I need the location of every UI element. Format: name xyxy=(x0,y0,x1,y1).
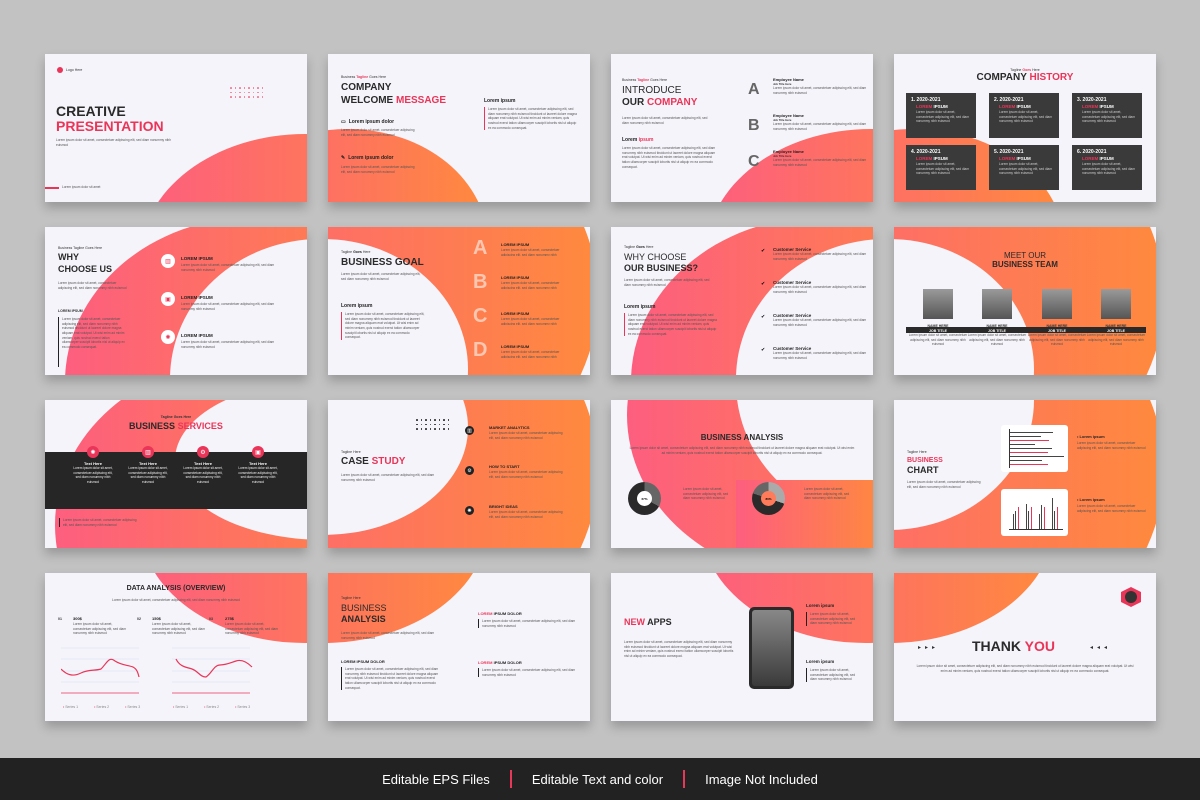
history-card: 5. 2020-2021 LOREM IPSUM Lorem ipsum dolor… xyxy=(989,145,1059,190)
footer-item: Editable EPS Files xyxy=(382,771,490,787)
slide-why-choose-us[interactable]: Business Tagline Goes Here WHY CHOOSE US… xyxy=(45,227,307,375)
lamp-icon: ✺ xyxy=(87,446,99,458)
logo-icon xyxy=(57,67,63,73)
service-item: ✔ Customer Service Lorem ipsum dolor sit a… xyxy=(761,346,867,360)
phone-mockup xyxy=(749,607,794,689)
line-chart xyxy=(61,647,140,694)
idea-icon: ✺ xyxy=(161,330,175,344)
service-item: ✔ Customer Service Lorem ipsum dolor sit a… xyxy=(761,247,867,261)
hbar-chart-card xyxy=(1001,425,1068,472)
line-chart xyxy=(172,647,253,694)
team-member: NAME HERE JOB TITLE Lorem ipsum dolor sit … xyxy=(967,324,1027,347)
slide-business-team[interactable]: MEET OUR BUSINESS TEAM NAME HERE JOB TITL… xyxy=(894,227,1156,375)
logo: Logo Here xyxy=(57,67,82,73)
employee-item: B Employee Name Job Title Here Lorem ipsum… xyxy=(748,113,867,134)
briefcase-icon: ▣ xyxy=(161,292,175,306)
team-member: NAME HERE JOB TITLE Lorem ipsum dolor sit … xyxy=(1027,324,1087,347)
slide-creative-presentation[interactable]: Logo Here CREATIVE PRESENTATION Lorem ip… xyxy=(45,54,307,202)
slide-grid: Logo Here CREATIVE PRESENTATION Lorem ip… xyxy=(0,0,1200,758)
team-photo xyxy=(923,289,953,319)
footer-item: Image Not Included xyxy=(705,771,818,787)
footer-item: Editable Text and color xyxy=(531,771,664,787)
slide-introduce-company[interactable]: Business Tagline Goes Here INTRODUCE OUR… xyxy=(611,54,873,202)
check-icon: ✔ xyxy=(761,314,766,320)
service-list: ✔ Customer Service Lorem ipsum dolor sit a… xyxy=(761,247,871,375)
idea-icon: ✺ xyxy=(465,506,474,515)
arrow-right-icons: ▸▸▸ xyxy=(918,645,940,651)
slide-company-history[interactable]: Tagline Goes Here COMPANY HISTORY 1. 202… xyxy=(894,54,1156,202)
dot-pattern xyxy=(416,419,449,430)
history-card: 2. 2020-2021 LOREM IPSUM Lorem ipsum dolor… xyxy=(989,93,1059,138)
accent-bar xyxy=(45,187,59,189)
slide-business-services[interactable]: Tagline Goes Here BUSINESS SERVICES ✺ ▥ … xyxy=(45,400,307,548)
donut-chart: 67% xyxy=(628,482,661,515)
service-item: ✔ Customer Service Lorem ipsum dolor sit a… xyxy=(761,280,867,294)
chart-icon: ▥ xyxy=(161,254,175,268)
briefcase-icon: ▣ xyxy=(252,446,264,458)
slide-business-goal[interactable]: Tagline Goes Here BUSINESS GOAL Lorem ip… xyxy=(328,227,590,375)
history-card: 4. 2020-2021 LOREM IPSUM Lorem ipsum dolor… xyxy=(906,145,976,190)
chart-icon: ▥ xyxy=(142,446,154,458)
slide-business-chart[interactable]: Tagline Here BUSINESS CHART Lorem ipsum … xyxy=(894,400,1156,548)
service-item: Text Here Lorem ipsum dolor sit amet, con… xyxy=(73,461,113,484)
slide-business-analysis[interactable]: BUSINESS ANALYSIS Lorem ipsum dolor sit … xyxy=(611,400,873,548)
team-photo xyxy=(1101,289,1131,319)
slide-why-choose-business[interactable]: Tagline Goes Here WHY CHOOSE OUR BUSINES… xyxy=(611,227,873,375)
check-icon: ✔ xyxy=(761,281,766,287)
check-icon: ✔ xyxy=(761,347,766,353)
employee-item: C Employee Name Job Title Here Lorem ipsum… xyxy=(748,149,867,170)
gear-icon: ⚙ xyxy=(465,466,474,475)
check-icon: ✔ xyxy=(761,248,766,254)
chart-legend: • Series 1 • Series 2 • Series 3 xyxy=(173,705,251,709)
team-member: NAME HERE JOB TITLE Lorem ipsum dolor sit … xyxy=(908,324,968,347)
team-photo xyxy=(982,289,1012,319)
history-card: 1. 2020-2021 LOREM IPSUM Lorem ipsum dolor… xyxy=(906,93,976,138)
service-item: Text Here Lorem ipsum dolor sit amet, con… xyxy=(128,461,168,484)
slide-thank-you[interactable]: ▸▸▸ THANK YOU ◂◂◂ Lorem ipsum dolor sit … xyxy=(894,573,1156,721)
slide-title: CREATIVE xyxy=(56,103,126,119)
gradient-shape xyxy=(894,573,1054,643)
chart-legend: • Series 1 • Series 2 • Series 3 xyxy=(63,705,141,709)
message-icon: ▭ xyxy=(341,119,346,125)
arrow-left-icons: ◂◂◂ xyxy=(1090,645,1112,651)
slide-data-analysis[interactable]: DATA ANALYSIS (OVERVIEW) Lorem ipsum dol… xyxy=(45,573,307,721)
chart-icon: ▥ xyxy=(465,426,474,435)
team-photo xyxy=(1042,289,1072,319)
slide-new-apps[interactable]: NEW APPS Lorem ipsum dolor sit amet, con… xyxy=(611,573,873,721)
edit-icon: ✎ xyxy=(341,155,346,161)
footer-bar: Editable EPS Files Editable Text and col… xyxy=(0,758,1200,800)
service-item: Text Here Lorem ipsum dolor sit amet, con… xyxy=(183,461,223,484)
employee-list: A Employee Name Job Title Here Lorem ipsum… xyxy=(748,77,868,185)
slide-company-welcome[interactable]: Business Tagline Goes Here COMPANY WELCO… xyxy=(328,54,590,202)
team-member: NAME HERE JOB TITLE Lorem ipsum dolor sit … xyxy=(1086,324,1146,347)
logo-icon xyxy=(1121,587,1141,607)
dot-pattern xyxy=(230,87,263,98)
slide-title-accent: PRESENTATION xyxy=(56,118,164,134)
slide-case-study[interactable]: Tagline Here CASE STUDY Lorem ipsum dolo… xyxy=(328,400,590,548)
employee-item: A Employee Name Job Title Here Lorem ipsum… xyxy=(748,77,867,98)
service-item: ✔ Customer Service Lorem ipsum dolor sit a… xyxy=(761,313,867,327)
service-item: Text Here Lorem ipsum dolor sit amet, con… xyxy=(238,461,278,484)
slide-business-analysis-2[interactable]: Tagline Here BUSINESS ANALYSIS Lorem ips… xyxy=(328,573,590,721)
history-card: 6. 2020-2021 LOREM IPSUM Lorem ipsum dolor… xyxy=(1072,145,1142,190)
history-card: 3. 2020-2021 LOREM IPSUM Lorem ipsum dolor… xyxy=(1072,93,1142,138)
gear-icon: ⚙ xyxy=(197,446,209,458)
donut-chart: 80% xyxy=(752,482,785,515)
phone-screen-photo xyxy=(752,610,791,686)
vbar-chart-card xyxy=(1001,489,1068,536)
